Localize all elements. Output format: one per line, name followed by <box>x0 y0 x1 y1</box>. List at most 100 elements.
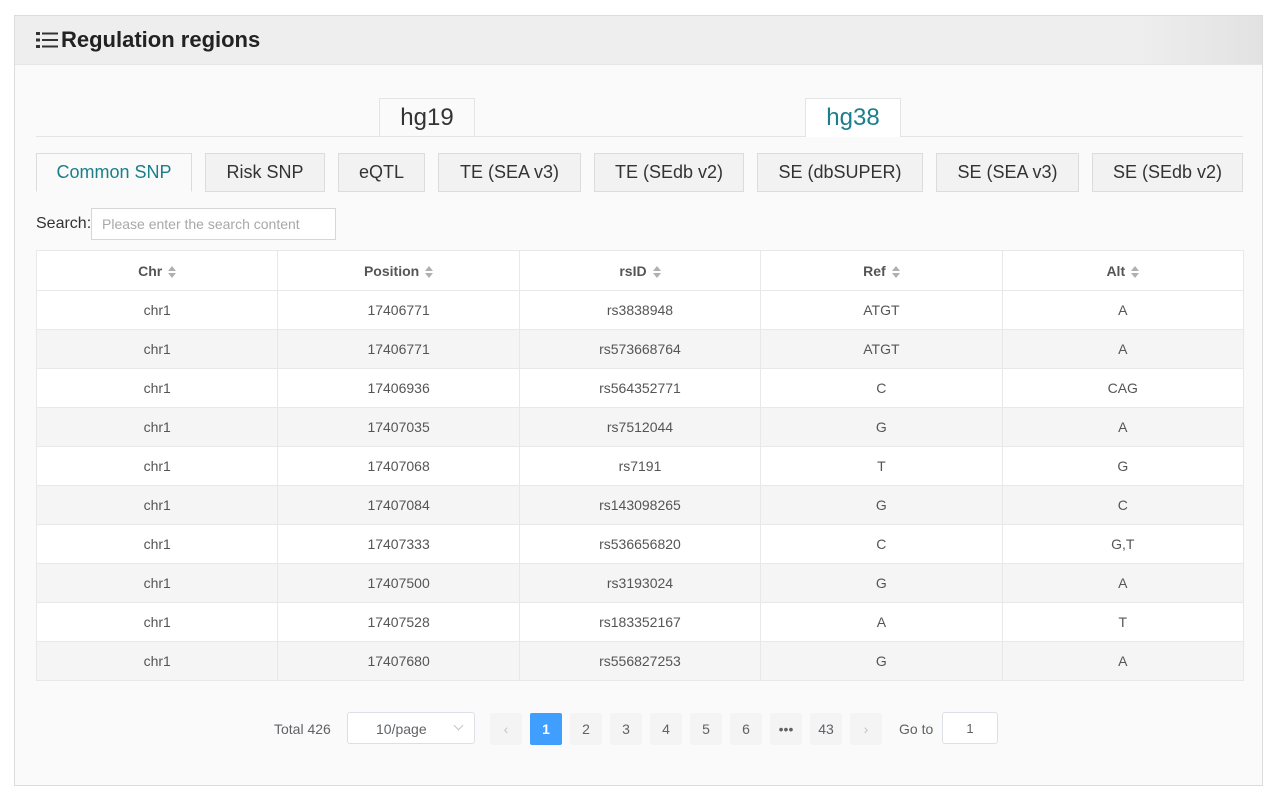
table-row: chr1 17407084 rs143098265 G C <box>35 485 1245 525</box>
more-pages-button[interactable]: ••• <box>770 713 802 745</box>
cell-ref: G <box>760 563 1003 603</box>
goto-label: Go to <box>899 721 934 737</box>
cell-position: 17406936 <box>277 368 520 408</box>
column-header-rsid[interactable]: rsID <box>518 250 762 291</box>
search-input[interactable] <box>91 208 336 240</box>
search-label: Search: <box>36 215 92 232</box>
page-button-1[interactable]: 1 <box>530 713 562 745</box>
table-row: chr1 17407068 rs7191 T G <box>35 446 1245 486</box>
table-row: chr1 17406771 rs3838948 ATGT A <box>35 290 1245 330</box>
cell-rsid: rs536656820 <box>518 524 762 564</box>
cell-alt: A <box>1001 563 1245 603</box>
column-header-chr[interactable]: Chr <box>35 250 279 291</box>
table-row: chr1 17407333 rs536656820 C G,T <box>35 524 1245 564</box>
column-header-label: Chr <box>138 262 163 279</box>
tab-risk-snp[interactable]: Risk SNP <box>205 153 325 192</box>
tab-hg38[interactable]: hg38 <box>805 98 901 137</box>
cell-rsid: rs564352771 <box>518 368 762 408</box>
page-size-value: 10/page <box>376 721 427 737</box>
cell-position: 17406771 <box>277 290 520 330</box>
page-button-43[interactable]: 43 <box>810 713 842 745</box>
column-header-ref[interactable]: Ref <box>760 250 1003 291</box>
table-row: chr1 17406936 rs564352771 C CAG <box>35 368 1245 408</box>
page-size-select[interactable]: 10/page <box>347 712 475 744</box>
tab-te-sea-v3[interactable]: TE (SEA v3) <box>438 153 581 192</box>
cell-rsid: rs3838948 <box>518 290 762 330</box>
cell-ref: G <box>760 641 1003 681</box>
sort-icon[interactable] <box>652 265 661 278</box>
tab-se-dbsuper[interactable]: SE (dbSUPER) <box>757 153 923 192</box>
cell-chr: chr1 <box>35 407 279 447</box>
cell-alt: A <box>1001 407 1245 447</box>
prev-page-button[interactable]: ‹ <box>490 713 522 745</box>
cell-position: 17407035 <box>277 407 520 447</box>
cell-chr: chr1 <box>35 524 279 564</box>
cell-rsid: rs7191 <box>518 446 762 486</box>
cell-chr: chr1 <box>35 446 279 486</box>
page-button-4[interactable]: 4 <box>650 713 682 745</box>
cell-ref: ATGT <box>760 290 1003 330</box>
sort-icon[interactable] <box>425 265 434 278</box>
cell-rsid: rs183352167 <box>518 602 762 642</box>
sort-icon[interactable] <box>891 265 900 278</box>
cell-chr: chr1 <box>35 368 279 408</box>
column-header-position[interactable]: Position <box>277 250 520 291</box>
table-row: chr1 17407680 rs556827253 G A <box>35 641 1245 681</box>
cell-rsid: rs556827253 <box>518 641 762 681</box>
column-header-label: rsID <box>619 262 647 279</box>
cell-alt: A <box>1001 329 1245 369</box>
tab-hg19[interactable]: hg19 <box>379 98 475 136</box>
column-header-alt[interactable]: Alt <box>1001 250 1245 291</box>
chevron-down-icon <box>453 720 464 731</box>
page-button-3[interactable]: 3 <box>610 713 642 745</box>
cell-position: 17406771 <box>277 329 520 369</box>
pagination-total: Total 426 <box>274 721 331 737</box>
sort-icon[interactable] <box>168 265 177 278</box>
cell-position: 17407333 <box>277 524 520 564</box>
tab-common-snp[interactable]: Common SNP <box>36 153 192 192</box>
tab-se-sea-v3[interactable]: SE (SEA v3) <box>936 153 1079 192</box>
cell-chr: chr1 <box>35 563 279 603</box>
next-page-button[interactable]: › <box>850 713 882 745</box>
cell-alt: C <box>1001 485 1245 525</box>
cell-chr: chr1 <box>35 329 279 369</box>
cell-position: 17407680 <box>277 641 520 681</box>
assembly-tabs-divider <box>36 136 1243 137</box>
regulation-regions-panel: Regulation regions hg19 hg38 Common SNP … <box>14 15 1263 786</box>
cell-position: 17407068 <box>277 446 520 486</box>
tab-se-sedb-v2[interactable]: SE (SEdb v2) <box>1092 153 1243 192</box>
table-row: chr1 17407035 rs7512044 G A <box>35 407 1245 447</box>
snp-table: Chr Position rsID Ref Alt chr1 17406771 rs… <box>35 250 1245 681</box>
cell-ref: G <box>760 407 1003 447</box>
cell-alt: G <box>1001 446 1245 486</box>
column-header-label: Alt <box>1106 262 1126 279</box>
table-row: chr1 17406771 rs573668764 ATGT A <box>35 329 1245 369</box>
cell-alt: CAG <box>1001 368 1245 408</box>
page-button-2[interactable]: 2 <box>570 713 602 745</box>
list-icon <box>36 32 58 48</box>
column-header-label: Position <box>363 262 420 279</box>
cell-ref: T <box>760 446 1003 486</box>
pagination: Total 426 10/page ‹ 1 2 3 4 5 6 ••• 43 ›… <box>15 712 1264 745</box>
goto-page-input[interactable] <box>942 712 998 744</box>
cell-chr: chr1 <box>35 602 279 642</box>
cell-rsid: rs3193024 <box>518 563 762 603</box>
table-header-row: Chr Position rsID Ref Alt <box>35 250 1245 291</box>
tab-te-sedb-v2[interactable]: TE (SEdb v2) <box>594 153 744 192</box>
page-button-5[interactable]: 5 <box>690 713 722 745</box>
page-button-6[interactable]: 6 <box>730 713 762 745</box>
sort-icon[interactable] <box>1131 265 1140 278</box>
cell-rsid: rs573668764 <box>518 329 762 369</box>
cell-alt: G,T <box>1001 524 1245 564</box>
tab-eqtl[interactable]: eQTL <box>338 153 425 192</box>
cell-alt: A <box>1001 641 1245 681</box>
panel-header: Regulation regions <box>15 16 1262 65</box>
cell-chr: chr1 <box>35 641 279 681</box>
cell-position: 17407084 <box>277 485 520 525</box>
table-body: chr1 17406771 rs3838948 ATGT Achr1 17406771 rs… <box>35 290 1245 681</box>
cell-rsid: rs7512044 <box>518 407 762 447</box>
cell-alt: T <box>1001 602 1245 642</box>
cell-position: 17407500 <box>277 563 520 603</box>
cell-ref: G <box>760 485 1003 525</box>
table-row: chr1 17407500 rs3193024 G A <box>35 563 1245 603</box>
